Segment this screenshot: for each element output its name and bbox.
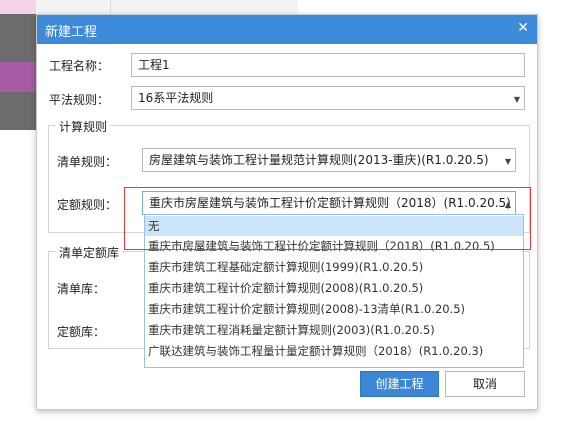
qingdan-rule-select[interactable]: 房屋建筑与装饰工程计量规范计算规则(2013-重庆)(R1.0.20.5) ▼: [142, 148, 516, 172]
dropdown-item[interactable]: 重庆市建筑工程计价定额计算规则(2008)-13清单(R1.0.20.5): [145, 299, 523, 319]
dropdown-item[interactable]: 重庆市建筑工程消耗量定额计算规则(2003)(R1.0.20.5): [145, 320, 523, 340]
chevron-down-icon: ▼: [513, 95, 520, 104]
background-app-sidebar: [0, 0, 36, 437]
background-divider: [110, 0, 111, 14]
project-name-input[interactable]: 工程1: [131, 53, 525, 77]
dinge-rule-select[interactable]: 重庆市房屋建筑与装饰工程计价定额计算规则（2018）(R1.0.20.5) ▲: [142, 191, 516, 215]
dinge-rule-value: 重庆市房屋建筑与装饰工程计价定额计算规则（2018）(R1.0.20.5): [149, 196, 511, 210]
qingdan-rule-value: 房屋建筑与装饰工程计量规范计算规则(2013-重庆)(R1.0.20.5): [149, 153, 489, 167]
dinge-rule-dropdown: 无 重庆市房屋建筑与装饰工程计价定额计算规则（2018）(R1.0.20.5) …: [144, 214, 524, 368]
qingdan-rule-label: 清单规则：: [57, 155, 118, 169]
dinge-lib-label: 定额库：: [57, 325, 106, 339]
pingfa-rule-label: 平法规则：: [49, 93, 110, 107]
library-group-title: 清单定额库: [56, 244, 123, 261]
create-project-button[interactable]: 创建工程: [360, 371, 439, 397]
dropdown-item[interactable]: 无: [145, 216, 523, 236]
dropdown-item[interactable]: 广联达建筑与装饰工程量计量定额计算规则（2018）(R1.0.20.3): [145, 341, 523, 361]
background-gray-block: [0, 14, 36, 62]
pingfa-rule-value: 16系平法规则: [138, 91, 214, 105]
calc-rules-group-title: 计算规则: [56, 118, 111, 135]
background-app-area: [298, 0, 587, 14]
dropdown-item[interactable]: 重庆市建筑工程计价定额计算规则(2008)(R1.0.20.5): [145, 278, 523, 298]
chevron-up-icon: ▲: [504, 200, 511, 209]
new-project-dialog: 新建工程 ✕ 工程名称： 工程1 平法规则： 16系平法规则 ▼ 计算规则 清单…: [36, 14, 538, 410]
pingfa-rule-select[interactable]: 16系平法规则 ▼: [131, 86, 525, 110]
dialog-titlebar: 新建工程 ✕: [37, 15, 537, 44]
background-gray-block-2: [0, 92, 36, 130]
chevron-down-icon: ▼: [504, 157, 511, 166]
dialog-title: 新建工程: [45, 25, 98, 40]
dropdown-item[interactable]: 重庆市建筑工程基础定额计算规则(1999)(R1.0.20.5): [145, 257, 523, 277]
close-icon[interactable]: ✕: [517, 20, 529, 36]
qingdan-lib-label: 清单库：: [57, 282, 106, 296]
project-name-label: 工程名称：: [49, 59, 110, 73]
background-pink-strip: [0, 0, 36, 14]
background-purple-block: [0, 62, 36, 92]
cancel-button[interactable]: 取消: [445, 371, 525, 397]
dinge-rule-label: 定额规则：: [57, 198, 118, 212]
dropdown-item[interactable]: 重庆市房屋建筑与装饰工程计价定额计算规则（2018）(R1.0.20.5): [145, 236, 523, 256]
background-app-header: [36, 0, 298, 15]
